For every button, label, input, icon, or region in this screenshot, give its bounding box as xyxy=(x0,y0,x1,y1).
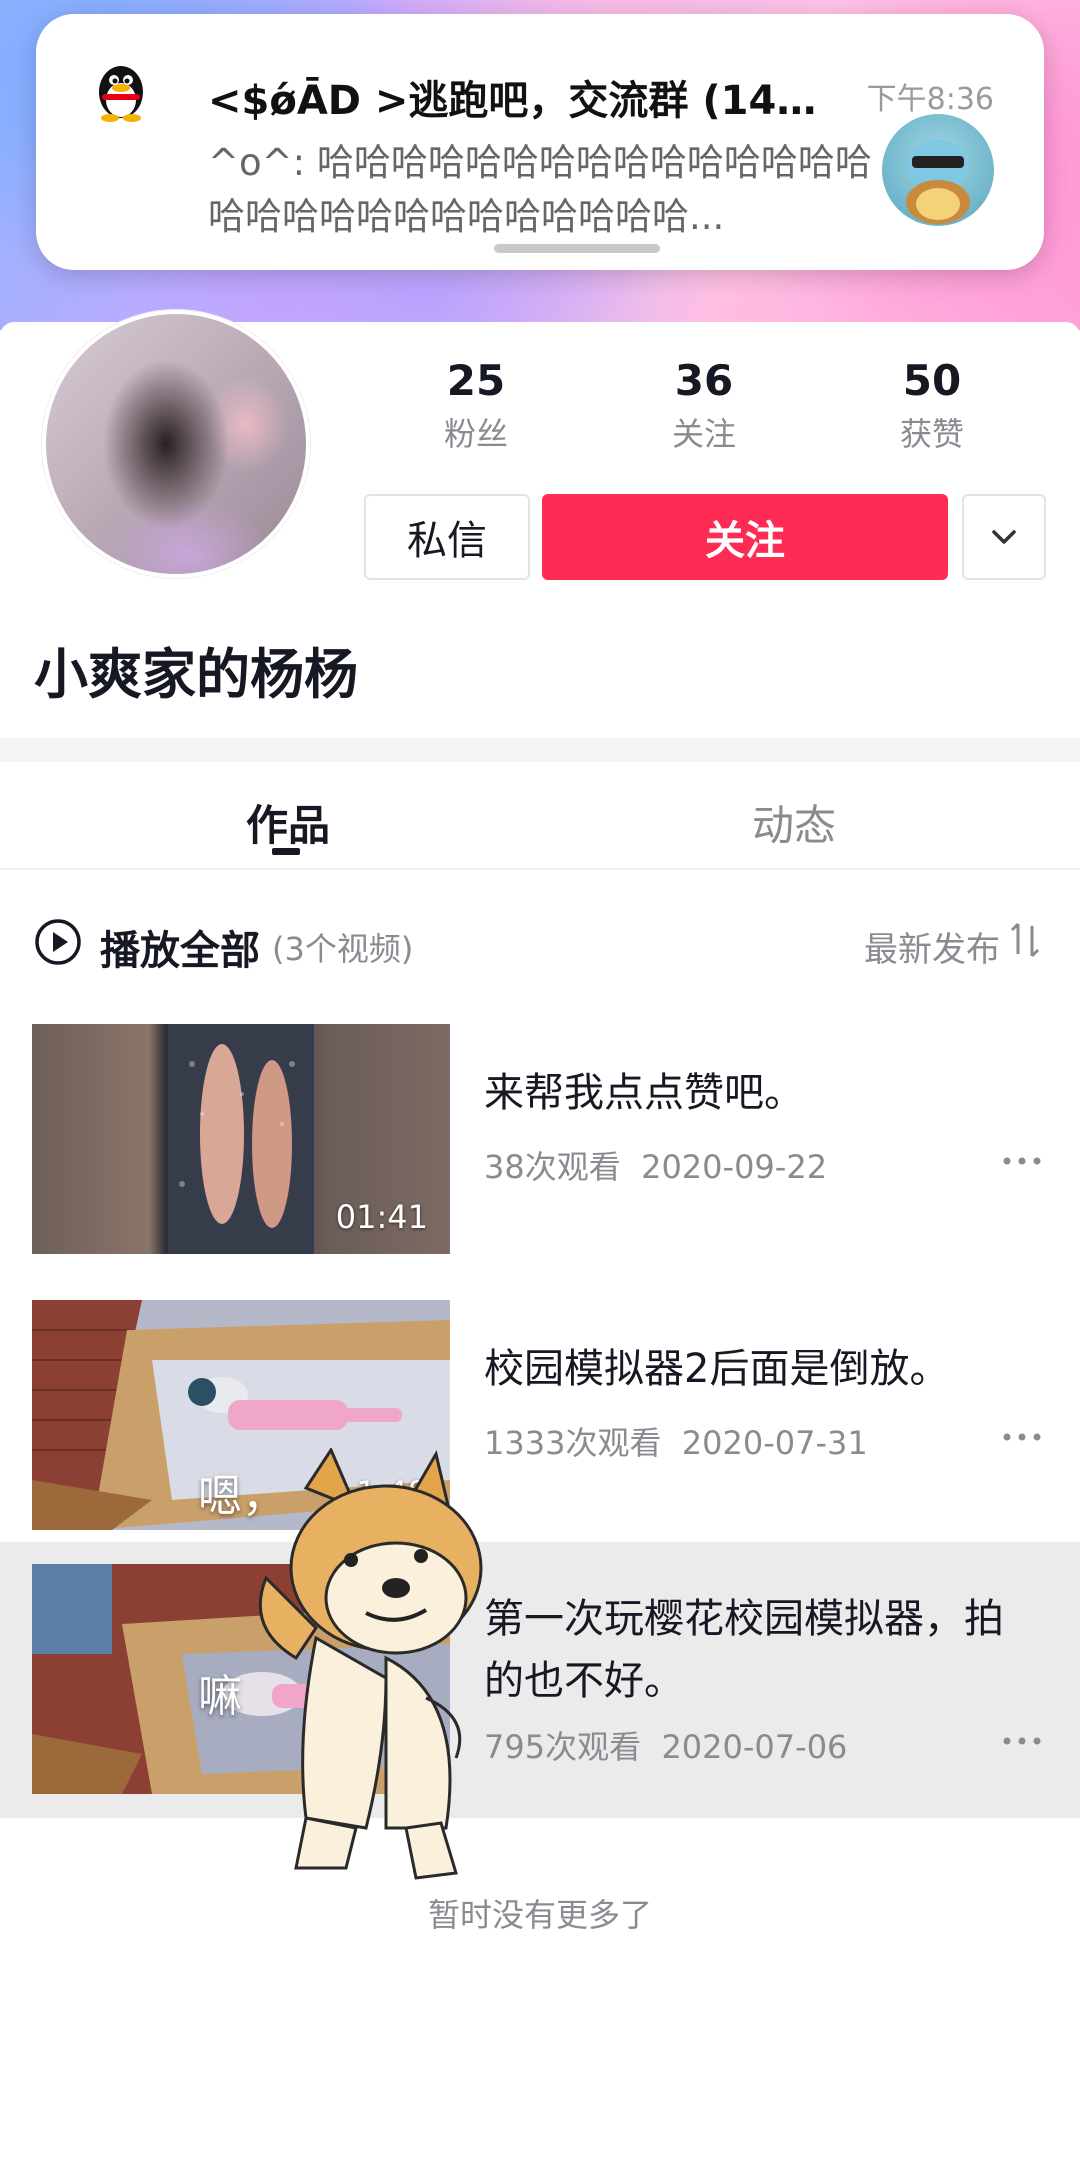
notification-message: ^o^: 哈哈哈哈哈哈哈哈哈哈哈哈哈哈哈哈哈哈哈哈哈哈哈哈哈哈哈哈... xyxy=(208,141,872,238)
play-all-row[interactable]: 播放全部 (3个视频) 最新发布 xyxy=(0,900,1080,980)
nickname: 小爽家的杨杨 xyxy=(34,643,358,706)
tab-indicator xyxy=(272,848,300,855)
more-dropdown-button[interactable] xyxy=(962,494,1046,580)
chevron-down-icon xyxy=(992,530,1016,544)
stat-following[interactable]: 36 关注 xyxy=(614,356,794,455)
following-label: 关注 xyxy=(671,415,736,453)
doge-sticker xyxy=(258,1448,483,1880)
likes-label: 获赞 xyxy=(899,415,964,453)
fans-label: 粉丝 xyxy=(443,415,508,453)
video-thumbnail: 01:41 xyxy=(32,1024,450,1254)
sort-label[interactable]: 最新发布 xyxy=(864,922,1000,971)
notification-handle[interactable] xyxy=(494,244,660,253)
sort-icon[interactable] xyxy=(1008,920,1044,960)
video-meta: 38次观看 2020-09-22 xyxy=(484,1142,827,1188)
more-options-icon[interactable] xyxy=(1002,1432,1042,1442)
video-item[interactable]: 1:48 嗯， 校园模拟器2后面是倒放。 1333次观看 2020-07-31 xyxy=(0,1280,1080,1556)
video-views: 38次观看 xyxy=(484,1148,621,1186)
section-divider xyxy=(0,738,1080,762)
video-date: 2020-07-31 xyxy=(681,1424,868,1462)
tab-bar: 作品 动态 xyxy=(0,762,1080,870)
stat-fans[interactable]: 25 粉丝 xyxy=(386,356,566,455)
avatar[interactable] xyxy=(42,310,310,578)
video-item[interactable]: 嘛 第一次玩樱花校园模拟器，拍的也不好。 795次观看 2020-07-06 xyxy=(0,1542,1080,1818)
video-count: (3个视频) xyxy=(272,930,414,968)
more-options-icon[interactable] xyxy=(1002,1156,1042,1166)
message-button[interactable]: 私信 xyxy=(364,494,530,580)
video-date: 2020-07-06 xyxy=(661,1728,848,1766)
video-date: 2020-09-22 xyxy=(641,1148,828,1186)
play-circle-icon xyxy=(35,919,81,965)
notification-title: <$ǿĀD >逃跑吧，交流群 (14条 ·· xyxy=(208,78,848,124)
qq-app-icon xyxy=(99,66,143,122)
following-count: 36 xyxy=(674,356,734,405)
tab-works[interactable]: 作品 xyxy=(246,792,330,853)
no-more-text: 暂时没有更多了 xyxy=(427,1896,652,1934)
follow-button[interactable]: 关注 xyxy=(542,494,948,580)
tab-dynamics[interactable]: 动态 xyxy=(752,792,836,853)
sender-avatar xyxy=(882,114,994,226)
notification-time: 下午8:36 xyxy=(866,82,994,117)
video-title: 来帮我点点赞吧。 xyxy=(484,1070,804,1116)
video-item[interactable]: 01:41 来帮我点点赞吧。 38次观看 2020-09-22 xyxy=(0,1004,1080,1280)
stat-likes[interactable]: 50 获赞 xyxy=(842,356,1022,455)
video-meta: 1333次观看 2020-07-31 xyxy=(484,1418,868,1464)
notification-banner[interactable]: <$ǿĀD >逃跑吧，交流群 (14条 ·· 下午8:36 ^o^: 哈哈哈哈哈… xyxy=(36,14,1044,270)
fans-count: 25 xyxy=(446,356,506,405)
video-meta: 795次观看 2020-07-06 xyxy=(484,1722,847,1768)
video-title: 校园模拟器2后面是倒放。 xyxy=(484,1346,950,1392)
more-options-icon[interactable] xyxy=(1002,1736,1042,1746)
likes-count: 50 xyxy=(902,356,962,405)
video-duration: 01:41 xyxy=(335,1198,428,1236)
play-all-label: 播放全部 xyxy=(100,928,260,974)
video-title: 第一次玩樱花校园模拟器，拍的也不好。 xyxy=(484,1596,1004,1704)
